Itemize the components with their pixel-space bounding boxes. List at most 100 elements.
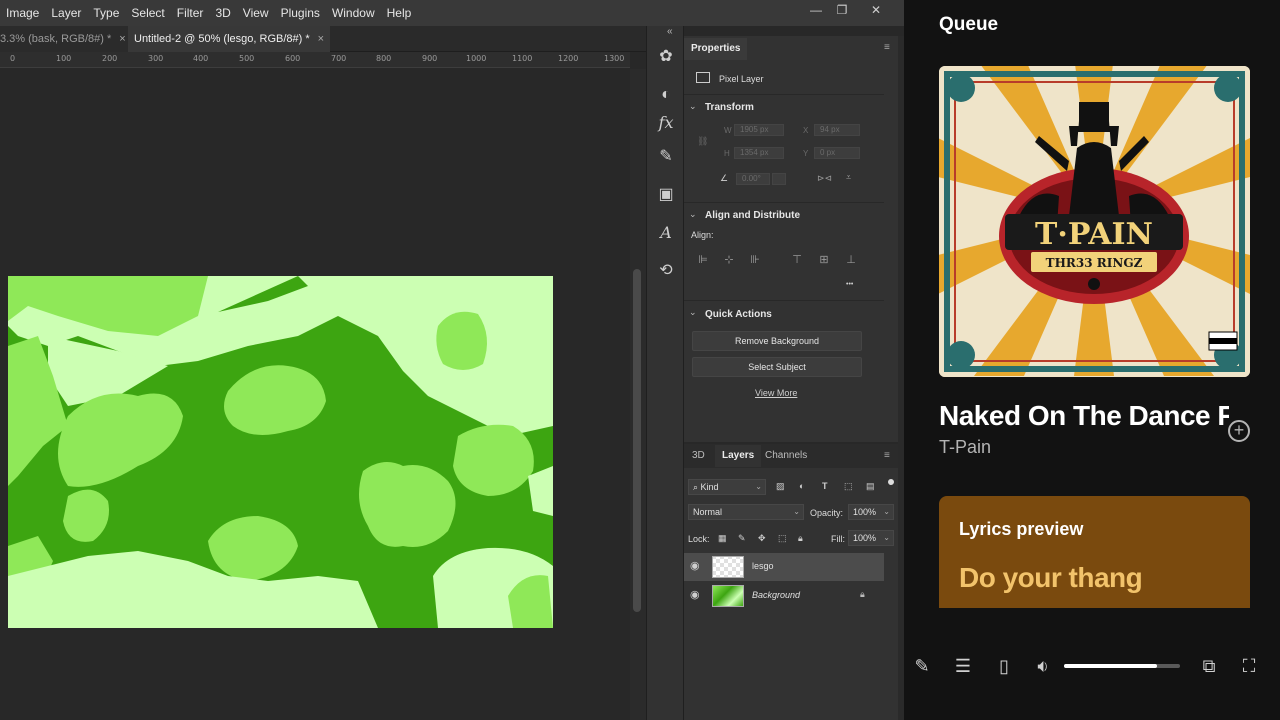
panel-menu-icon[interactable]: ≡: [884, 42, 890, 53]
lock-position-icon[interactable]: ✥: [758, 533, 766, 544]
visibility-eye-icon[interactable]: ◉: [690, 559, 700, 572]
opacity-field[interactable]: 100% ⌄: [848, 504, 894, 520]
scrollbar-thumb[interactable]: [633, 269, 641, 612]
ruler-label: 900: [422, 54, 438, 63]
album-cover[interactable]: T·PAIN THR33 RINGZ: [939, 66, 1250, 377]
brush-settings-icon[interactable]: ✎: [655, 146, 677, 168]
character-icon[interactable]: A: [655, 222, 677, 244]
collapse-icon[interactable]: «: [667, 26, 673, 37]
close-icon[interactable]: ×: [318, 33, 324, 45]
lock-image-icon[interactable]: ✎: [738, 533, 746, 544]
lock-all-icon[interactable]: 🔒︎: [798, 533, 803, 544]
angle-dropdown[interactable]: [772, 173, 786, 185]
panel-icon-strip: « ✿ ◐ fx ✎ ▣ A ⟲: [646, 26, 684, 720]
align-right-icon[interactable]: ⊪: [748, 253, 762, 267]
brush-preset-icon[interactable]: ✿: [655, 46, 677, 68]
connect-device-icon[interactable]: ▯: [992, 654, 1016, 678]
libraries-icon[interactable]: ▣: [655, 184, 677, 206]
layer-name[interactable]: Background: [752, 590, 800, 600]
menu-3d[interactable]: 3D: [209, 0, 236, 26]
menu-help[interactable]: Help: [381, 0, 418, 26]
align-heading[interactable]: Align and Distribute: [705, 210, 800, 221]
angle-field[interactable]: 0.00°: [736, 173, 770, 185]
align-top-icon[interactable]: ⊤: [790, 253, 804, 267]
chevron-down-icon[interactable]: ⌄: [689, 209, 697, 220]
x-field[interactable]: 94 px: [814, 124, 860, 136]
menu-view[interactable]: View: [237, 0, 275, 26]
align-middle-icon[interactable]: ⊞: [817, 253, 831, 267]
menu-select[interactable]: Select: [125, 0, 170, 26]
fill-field[interactable]: 100% ⌄: [848, 530, 894, 546]
volume-slider[interactable]: [1064, 664, 1180, 668]
document-canvas[interactable]: [8, 276, 553, 628]
chevron-down-icon[interactable]: ⌄: [689, 307, 697, 318]
menu-filter[interactable]: Filter: [171, 0, 210, 26]
tab-document-1[interactable]: 3.3% (bask, RGB/8#) * ×: [0, 26, 132, 52]
fullscreen-icon[interactable]: ⛶: [1237, 654, 1261, 678]
tab-layers[interactable]: Layers: [715, 445, 762, 467]
panel-menu-icon[interactable]: ≡: [884, 450, 890, 461]
menu-window[interactable]: Window: [326, 0, 381, 26]
restore-button[interactable]: ❐: [826, 0, 858, 22]
lyrics-preview-card[interactable]: Lyrics preview Do your thang: [939, 496, 1250, 616]
y-field[interactable]: 0 px: [814, 147, 860, 159]
track-title[interactable]: Naked On The Dance Floor: [939, 400, 1229, 432]
align-bottom-icon[interactable]: ⊥: [844, 253, 858, 267]
menu-type[interactable]: Type: [87, 0, 125, 26]
flip-vertical-icon[interactable]: ⩡: [846, 172, 851, 183]
lock-artboard-icon[interactable]: ⬚: [778, 533, 787, 544]
width-field[interactable]: 1905 px: [734, 124, 784, 136]
menu-plugins[interactable]: Plugins: [275, 0, 326, 26]
more-options-icon[interactable]: •••: [846, 281, 853, 288]
track-artist[interactable]: T-Pain: [939, 437, 991, 458]
remove-background-button[interactable]: Remove Background: [692, 331, 862, 351]
link-icon[interactable]: ⛓: [697, 136, 708, 147]
ruler-label: 1200: [558, 54, 579, 63]
visibility-eye-icon[interactable]: ◉: [690, 588, 700, 601]
filter-toggle-icon[interactable]: [888, 479, 894, 485]
volume-icon[interactable]: 🔉︎: [1031, 654, 1055, 678]
select-subject-button[interactable]: Select Subject: [692, 357, 862, 377]
add-to-playlist-button[interactable]: +: [1228, 420, 1250, 442]
layer-row[interactable]: ◉ Background 🔒︎: [684, 582, 884, 610]
close-window-button[interactable]: ✕: [860, 0, 892, 22]
chevron-down-icon: ⌄: [883, 533, 890, 542]
divider: [684, 300, 884, 301]
adjustments-icon[interactable]: ◐: [655, 84, 677, 106]
miniplayer-icon[interactable]: ⧉: [1197, 654, 1221, 678]
shape-filter-icon[interactable]: ⬚: [844, 481, 853, 492]
canvas-scrollbar[interactable]: [630, 69, 646, 720]
tab-channels[interactable]: Channels: [758, 445, 814, 467]
menu-layer[interactable]: Layer: [45, 0, 87, 26]
opacity-value: 100%: [853, 507, 877, 517]
pixel-filter-icon[interactable]: ▨: [776, 481, 785, 492]
tab-document-2[interactable]: Untitled-2 @ 50% (lesgo, RGB/8#) * ×: [128, 26, 331, 52]
fx-icon[interactable]: fx: [655, 112, 677, 134]
adjustment-filter-icon[interactable]: ◐: [799, 481, 804, 491]
smart-object-filter-icon[interactable]: ▤: [866, 481, 875, 492]
lock-transparent-icon[interactable]: ▦: [718, 533, 727, 544]
close-icon[interactable]: ×: [119, 33, 125, 45]
type-filter-icon[interactable]: T: [822, 481, 828, 491]
height-field[interactable]: 1354 px: [734, 147, 784, 159]
tab-3d[interactable]: 3D: [685, 445, 712, 467]
kind-filter-dropdown[interactable]: ⌕ Kind ⌄: [688, 479, 766, 495]
canvas-area[interactable]: [0, 69, 630, 720]
tab-properties[interactable]: Properties: [684, 38, 748, 60]
history-icon[interactable]: ⟲: [655, 260, 677, 282]
ruler-label: 0: [10, 54, 16, 63]
view-more-link[interactable]: View More: [755, 388, 797, 398]
align-center-icon[interactable]: ⊹: [722, 253, 736, 267]
queue-icon[interactable]: ☰: [951, 654, 975, 678]
quick-actions-heading[interactable]: Quick Actions: [705, 309, 772, 320]
menu-image[interactable]: Image: [0, 0, 45, 26]
chevron-down-icon[interactable]: ⌄: [689, 101, 697, 112]
layer-thumbnail: [712, 556, 744, 578]
flip-horizontal-icon[interactable]: ⊳⊲: [817, 173, 832, 184]
layer-row[interactable]: ◉ lesgo: [684, 553, 884, 581]
align-left-icon[interactable]: ⊫: [696, 253, 710, 267]
microphone-icon[interactable]: ✎: [910, 654, 934, 678]
blend-mode-dropdown[interactable]: Normal ⌄: [688, 504, 804, 520]
transform-heading[interactable]: Transform: [705, 102, 754, 113]
layer-name[interactable]: lesgo: [752, 561, 774, 571]
